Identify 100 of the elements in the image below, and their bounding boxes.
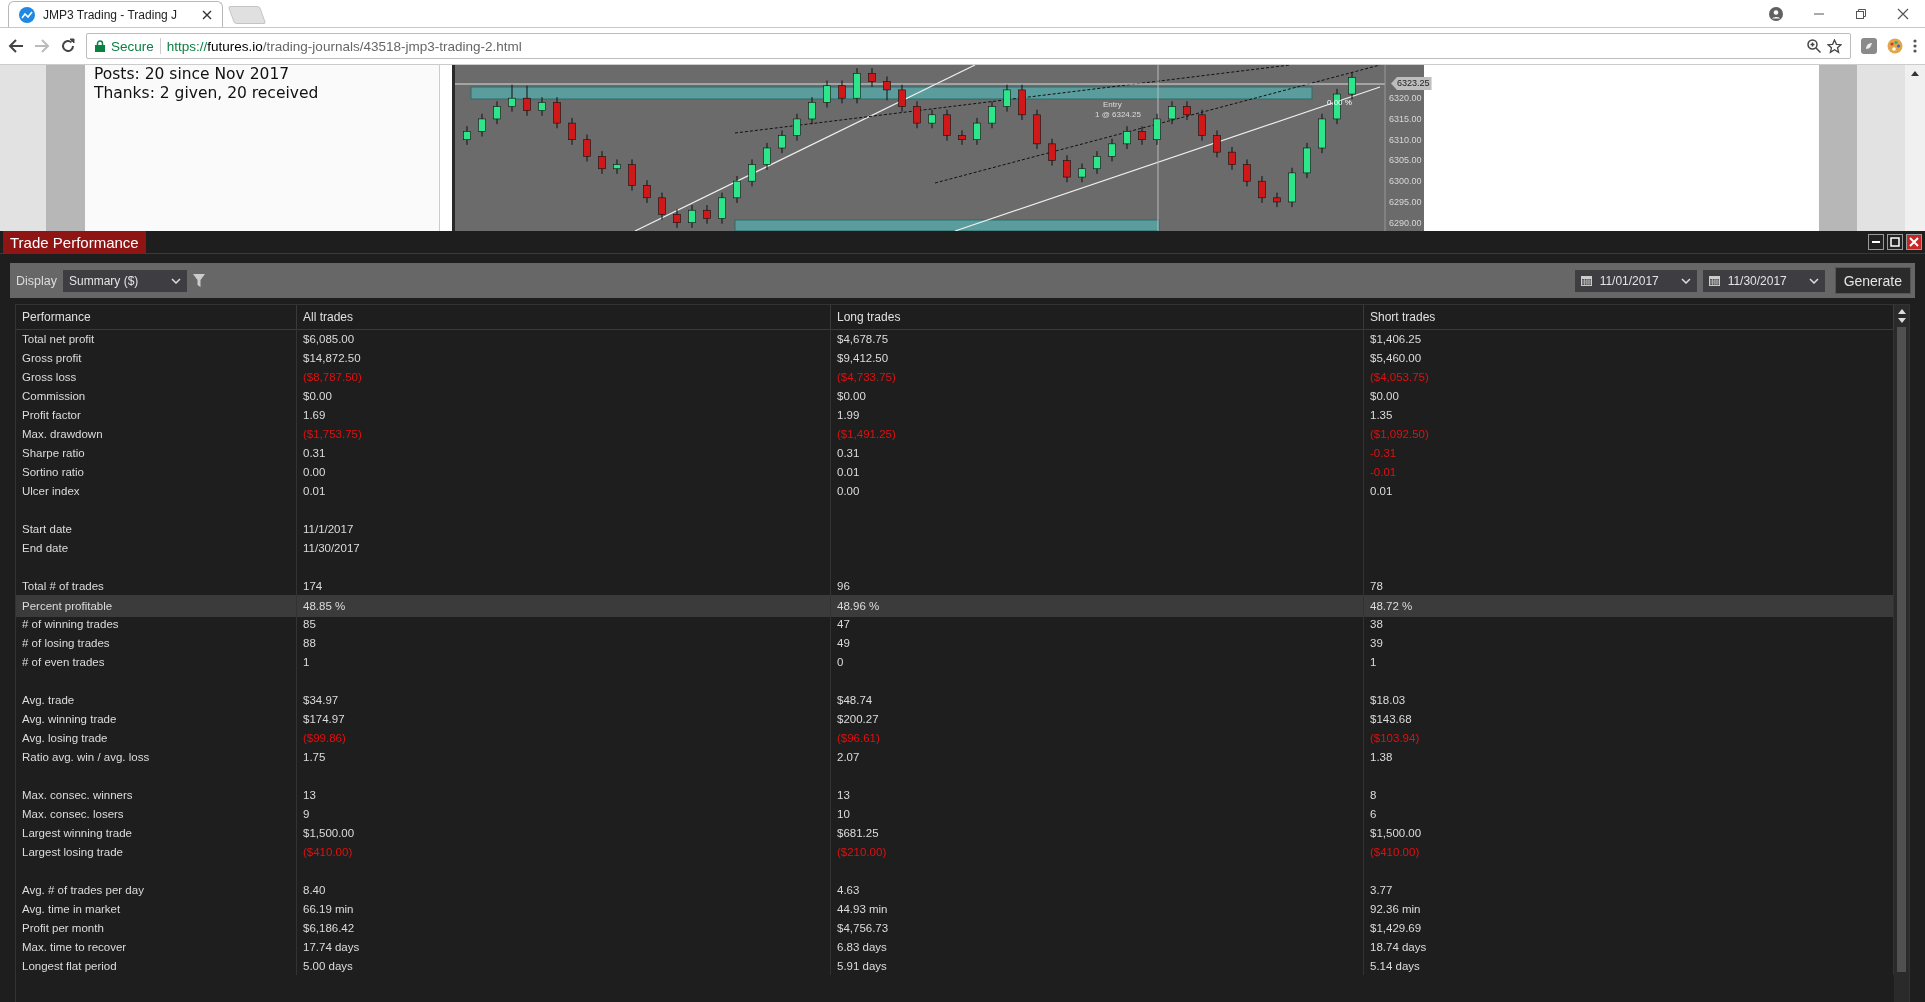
table-cell: 0 <box>831 652 1364 671</box>
row-label[interactable]: Avg. losing trade <box>16 728 297 747</box>
row-label[interactable]: Longest flat period <box>16 956 297 975</box>
table-cell: 17.74 days <box>297 937 831 956</box>
table-cell: 10 <box>831 804 1364 823</box>
window-title: Trade Performance <box>3 231 146 253</box>
table-cell: 48.72 % <box>1364 595 1894 617</box>
percent-label: 0.00 % <box>1327 98 1352 107</box>
table-cell: 1 <box>297 652 831 671</box>
row-label[interactable]: Ratio avg. win / avg. loss <box>16 747 297 766</box>
row-label[interactable]: # of losing trades <box>16 633 297 652</box>
row-label[interactable]: Largest losing trade <box>16 842 297 861</box>
table-cell: 48.96 % <box>831 595 1364 617</box>
address-bar[interactable]: Secure https://futures.io/trading-journals/43518-jmp3-trading-2.html <box>86 33 1851 59</box>
table-cell: $0.00 <box>297 386 831 405</box>
table-cell: $4,678.75 <box>831 329 1364 348</box>
table-cell: 49 <box>831 633 1364 652</box>
table-cell: 1.99 <box>831 405 1364 424</box>
table-cell: $48.74 <box>831 690 1364 709</box>
table-cell: 9 <box>297 804 831 823</box>
price-label: 6320.00 <box>1389 93 1422 104</box>
table-cell: 11/1/2017 <box>297 519 831 538</box>
row-label[interactable]: Max. consec. winners <box>16 785 297 804</box>
row-label[interactable]: Gross loss <box>16 367 297 386</box>
table-cell: ($1,753.75) <box>297 424 831 443</box>
table-cell: 1.69 <box>297 405 831 424</box>
column-header: Short trades <box>1364 305 1894 330</box>
table-cell: 0.00 <box>297 462 831 481</box>
table-cell: 1.75 <box>297 747 831 766</box>
row-label[interactable]: Commission <box>16 386 297 405</box>
row-label[interactable]: Avg. time in market <box>16 899 297 918</box>
row-label[interactable]: Ulcer index <box>16 481 297 500</box>
table-cell: 47 <box>831 614 1364 633</box>
table-cell: ($96.61) <box>831 728 1364 747</box>
table-cell: ($1,491.25) <box>831 424 1364 443</box>
table-cell: ($210.00) <box>831 842 1364 861</box>
table-cell: $9,412.50 <box>831 348 1364 367</box>
row-label[interactable]: Start date <box>16 519 297 538</box>
row-label[interactable]: Avg. winning trade <box>16 709 297 728</box>
column-header: Performance <box>16 305 297 330</box>
table-cell: $34.97 <box>297 690 831 709</box>
table-cell: 44.93 min <box>831 899 1364 918</box>
table-cell: 5.91 days <box>831 956 1364 975</box>
row-label[interactable]: Percent profitable <box>16 595 297 617</box>
browser-tab[interactable]: JMP3 Trading - Trading J <box>8 1 223 27</box>
table-cell: ($410.00) <box>297 842 831 861</box>
post-stats-text: Thanks: 2 given, 20 received <box>94 84 320 103</box>
entry-label: Entry <box>1103 100 1122 109</box>
row-label[interactable]: Profit factor <box>16 405 297 424</box>
end-date-picker[interactable]: 11/30/2017 <box>1702 269 1825 292</box>
price-label: 6305.00 <box>1389 155 1422 166</box>
table-cell: $14,872.50 <box>297 348 831 367</box>
table-cell: 66.19 min <box>297 899 831 918</box>
url-text: https://futures.io/trading-journals/43518-jmp3-trading-2.html <box>166 38 522 54</box>
display-label: Display <box>16 273 57 288</box>
table-cell: ($99.86) <box>297 728 831 747</box>
start-date-picker[interactable]: 11/01/2017 <box>1574 269 1697 292</box>
price-label: 6300.00 <box>1389 176 1422 187</box>
secure-label: Secure <box>111 38 154 54</box>
table-cell: 0.31 <box>297 443 831 462</box>
row-label[interactable]: End date <box>16 538 297 557</box>
row-label[interactable]: Max. consec. losers <box>16 804 297 823</box>
display-dropdown[interactable]: Summary ($) <box>63 269 187 292</box>
tab-title: JMP3 Trading - Trading J <box>43 7 179 22</box>
row-label[interactable]: Max. time to recover <box>16 937 297 956</box>
row-label[interactable]: Avg. trade <box>16 690 297 709</box>
row-label[interactable]: Total net profit <box>16 329 297 348</box>
price-marker: 6323.25 <box>1391 77 1432 90</box>
table-cell: 0.01 <box>297 481 831 500</box>
table-cell: 13 <box>297 785 831 804</box>
table-cell: 48.85 % <box>297 595 831 617</box>
table-cell: $6,085.00 <box>297 329 831 348</box>
table-cell: $1,500.00 <box>297 823 831 842</box>
row-label[interactable]: Sortino ratio <box>16 462 297 481</box>
table-cell: 85 <box>297 614 831 633</box>
row-label[interactable]: # of even trades <box>16 652 297 671</box>
row-label[interactable]: Avg. # of trades per day <box>16 880 297 899</box>
table-cell: 6.83 days <box>831 937 1364 956</box>
price-label: 6315.00 <box>1389 113 1422 124</box>
price-label: 6310.00 <box>1389 134 1422 145</box>
price-label: 6295.00 <box>1389 196 1422 207</box>
table-cell: 88 <box>297 633 831 652</box>
table-cell: 0.31 <box>831 443 1364 462</box>
row-label[interactable]: # of winning trades <box>16 614 297 633</box>
generate-button[interactable]: Generate <box>1834 267 1911 294</box>
row-label[interactable]: Max. drawdown <box>16 424 297 443</box>
column-header: Long trades <box>831 305 1364 330</box>
table-cell: $174.97 <box>297 709 831 728</box>
row-label[interactable]: Largest winning trade <box>16 823 297 842</box>
row-label[interactable]: Profit per month <box>16 918 297 937</box>
row-label[interactable]: Gross profit <box>16 348 297 367</box>
table-cell: $681.25 <box>831 823 1364 842</box>
table-cell: $6,186.42 <box>297 918 831 937</box>
column-header: All trades <box>297 305 831 330</box>
table-cell: ($4,733.75) <box>831 367 1364 386</box>
row-label[interactable]: Sharpe ratio <box>16 443 297 462</box>
post-stats-text: Posts: 20 since Nov 2017 <box>94 65 291 84</box>
table-cell: $200.27 <box>831 709 1364 728</box>
table-cell: 0.00 <box>831 481 1364 500</box>
table-cell: 13 <box>831 785 1364 804</box>
